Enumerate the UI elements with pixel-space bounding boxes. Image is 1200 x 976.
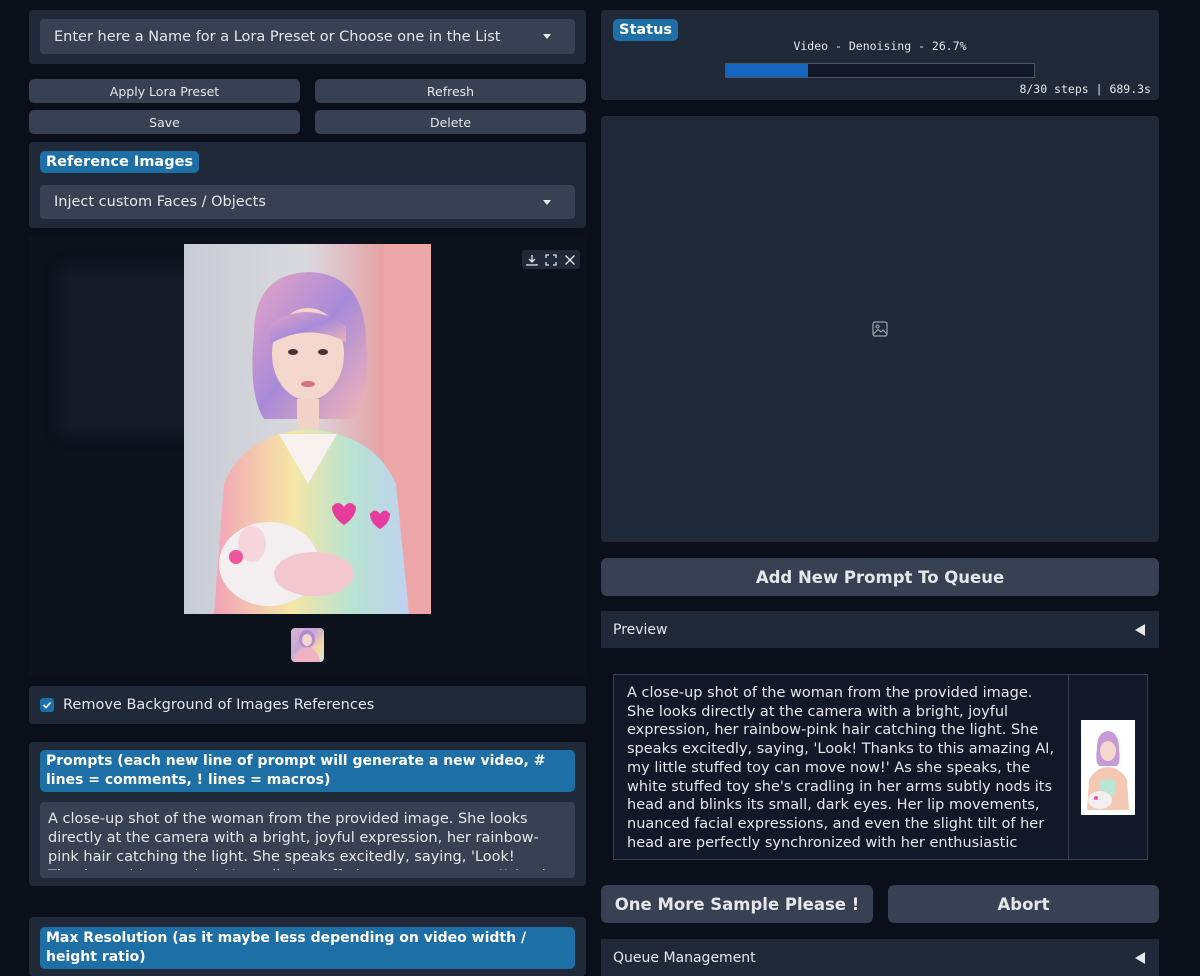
max-resolution-title: Max Resolution (as it maybe less dependi… [40,927,575,969]
max-resolution-panel: Max Resolution (as it maybe less dependi… [29,917,586,976]
lora-preset-input[interactable]: Enter here a Name for a Lora Preset or C… [54,29,543,45]
checkmark-icon [42,701,52,709]
abort-button[interactable]: Abort [888,885,1159,923]
lora-preset-dropdown[interactable]: Enter here a Name for a Lora Preset or C… [40,19,575,54]
collapse-arrow-icon [1135,623,1145,636]
status-panel: Status Video - Denoising - 26.7% 8/30 st… [601,10,1159,100]
prompts-text: A close-up shot of the woman from the pr… [48,811,560,870]
gallery-toolbar [522,250,580,269]
reference-mode-dropdown[interactable]: Inject custom Faces / Objects [40,185,575,219]
reference-image[interactable] [184,244,431,614]
reference-gallery [29,236,586,676]
image-icon [872,321,888,337]
gallery-blur-background [59,266,199,436]
steps-label: 8/30 steps | 689.3s [1019,82,1151,96]
close-icon[interactable] [564,254,576,266]
reference-images-panel: Reference Images Inject custom Faces / O… [29,142,586,228]
queue-column-divider [1068,675,1069,859]
download-icon[interactable] [526,254,538,266]
reference-mode-value: Inject custom Faces / Objects [54,194,266,210]
lora-preset-panel: Enter here a Name for a Lora Preset or C… [29,10,586,64]
status-title: Status [613,19,679,41]
prompts-panel: Prompts (each new line of prompt will ge… [29,742,586,886]
progress-label: Video - Denoising - 26.7% [793,39,967,53]
add-prompt-to-queue-button[interactable]: Add New Prompt To Queue [601,558,1159,596]
refresh-button[interactable]: Refresh [315,79,586,103]
apply-lora-preset-button[interactable]: Apply Lora Preset [29,79,300,103]
queue-item-thumbnail[interactable] [1081,720,1135,815]
queue-row[interactable]: A close-up shot of the woman from the pr… [614,675,1068,859]
remove-background-row: Remove Background of Images References [29,686,586,724]
collapse-arrow-icon [1135,951,1145,964]
prompts-title: Prompts (each new line of prompt will ge… [40,750,575,792]
remove-background-checkbox[interactable] [40,698,54,712]
delete-button[interactable]: Delete [315,110,586,134]
output-video-panel [601,116,1159,542]
reference-images-title: Reference Images [40,151,200,173]
preview-label: Preview [613,621,668,638]
queue-management-label: Queue Management [613,949,756,966]
prompts-textarea[interactable]: A close-up shot of the woman from the pr… [40,802,575,878]
progress-bar [725,63,1035,78]
queue-management-accordion[interactable]: Queue Management [601,939,1159,976]
one-more-sample-button[interactable]: One More Sample Please ! [601,885,873,923]
portrait-illustration [214,244,431,614]
preview-accordion[interactable]: Preview [601,611,1159,648]
fullscreen-icon[interactable] [545,253,557,266]
queue-thumbnail-illustration [1087,731,1129,810]
remove-background-label: Remove Background of Images References [63,697,375,713]
chevron-down-icon [543,34,551,39]
progress-fill [726,64,809,77]
reference-thumbnail[interactable] [291,628,324,662]
queued-prompt-text: A close-up shot of the woman from the pr… [627,685,1055,850]
chevron-down-icon [543,199,551,205]
thumbnail-illustration [295,630,320,662]
save-button[interactable]: Save [29,110,300,134]
queue-table: A close-up shot of the woman from the pr… [613,674,1148,860]
